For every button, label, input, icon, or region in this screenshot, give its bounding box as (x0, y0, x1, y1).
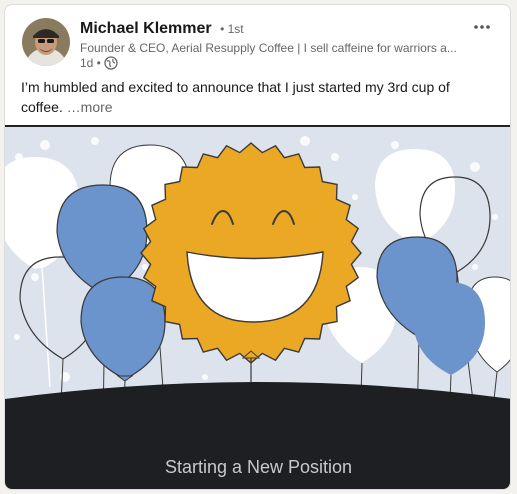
image-caption: Starting a New Position (164, 457, 353, 477)
author-name-row: Michael Klemmer • 1st (80, 19, 244, 39)
ellipsis-icon (474, 25, 490, 29)
post-header: Michael Klemmer • 1st Founder & CEO, Aer… (5, 5, 510, 125)
connection-degree: • 1st (220, 22, 244, 36)
author-avatar[interactable] (22, 18, 70, 66)
post-card: Michael Klemmer • 1st Founder & CEO, Aer… (4, 4, 511, 490)
author-headline: Founder & CEO, Aerial Resupply Coffee | … (80, 41, 457, 55)
author-name[interactable]: Michael Klemmer (80, 20, 212, 37)
post-image[interactable]: Starting a New Position (5, 125, 510, 489)
post-time: 1d • (80, 56, 101, 70)
globe-icon (104, 56, 118, 70)
post-meta: 1d • (80, 55, 118, 71)
post-options-button[interactable] (468, 15, 496, 39)
see-more-link[interactable]: …more (67, 99, 113, 115)
post-body: I’m humbled and excited to announce that… (21, 77, 491, 117)
